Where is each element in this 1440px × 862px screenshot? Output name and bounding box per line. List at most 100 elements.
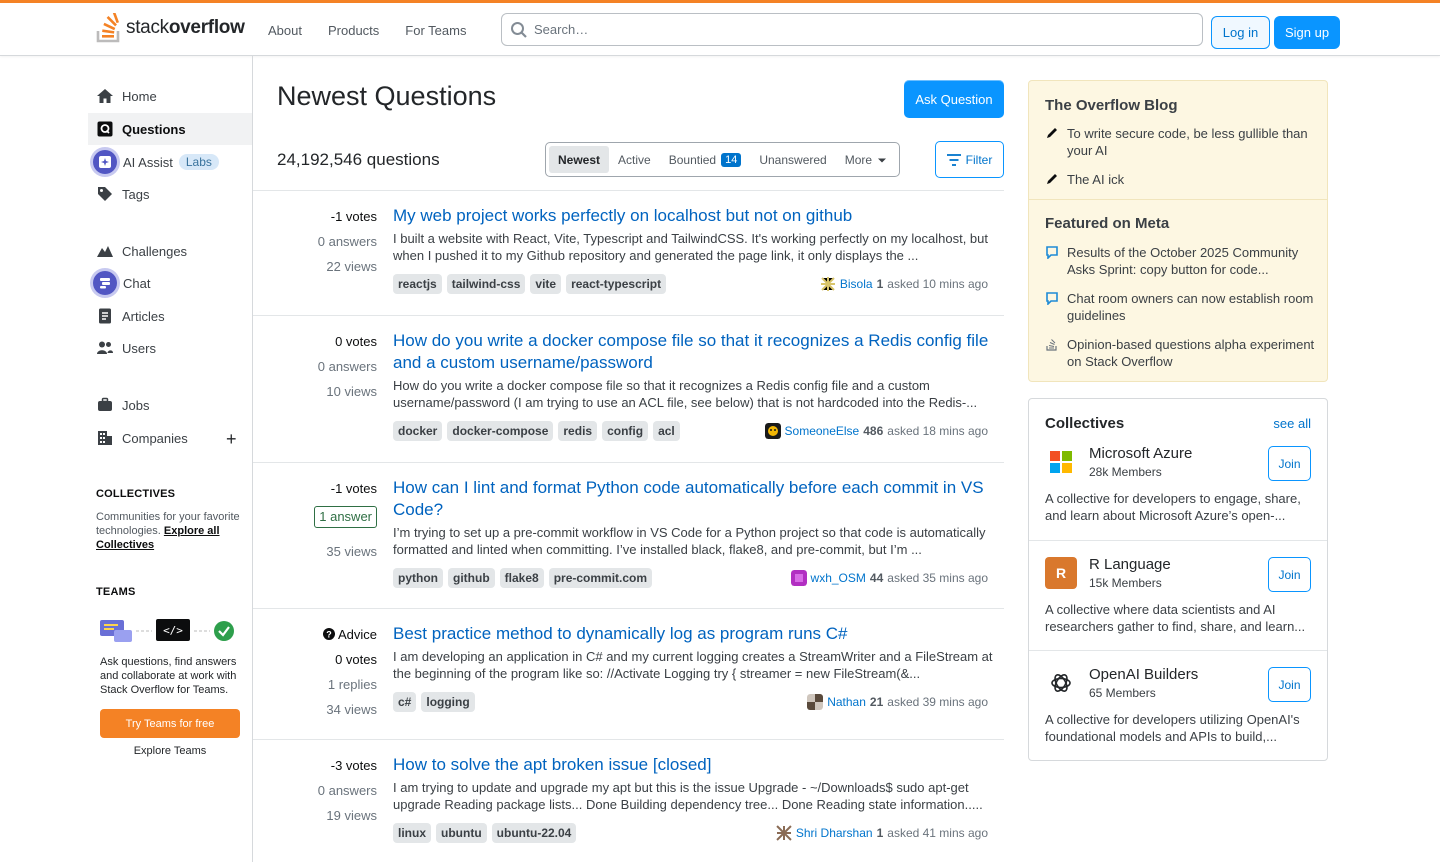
meta-item[interactable]: Chat room owners can now establish room … <box>1045 290 1315 324</box>
tag[interactable]: tailwind-css <box>446 274 526 294</box>
vote-count: 0 votes <box>335 334 377 349</box>
user-name-link[interactable]: SomeoneElse <box>785 424 860 438</box>
tab-active[interactable]: Active <box>609 146 660 173</box>
add-collective-plus-icon[interactable]: + <box>226 429 237 450</box>
tab-newest[interactable]: Newest <box>549 146 610 173</box>
collective-description: A collective for developers to engage, s… <box>1045 491 1301 523</box>
sidebar-item-users[interactable]: Users <box>88 332 252 364</box>
tag[interactable]: redis <box>558 421 598 441</box>
tab-bountied[interactable]: Bountied 14 <box>660 146 751 173</box>
tag[interactable]: pre-commit.com <box>548 568 653 588</box>
tag-icon <box>96 185 114 203</box>
openai-logo-icon[interactable] <box>1045 667 1077 699</box>
explore-teams-link[interactable]: Explore Teams <box>100 745 240 757</box>
collective-name[interactable]: Microsoft Azure <box>1089 445 1192 462</box>
user-name-link[interactable]: Shri Dharshan <box>796 826 873 840</box>
tag[interactable]: config <box>602 421 649 441</box>
tag[interactable]: c# <box>393 692 417 712</box>
question-title-link[interactable]: How can I lint and format Python code au… <box>393 477 993 521</box>
chat-icon <box>93 271 117 295</box>
sidebar-item-ai-assist[interactable]: AI Assist Labs <box>88 146 252 178</box>
collective-name[interactable]: OpenAI Builders <box>1089 666 1198 683</box>
meta-item[interactable]: Opinion-based questions alpha experiment… <box>1045 336 1315 370</box>
asked-time: asked 10 mins ago <box>887 277 988 291</box>
tab-more[interactable]: More <box>836 146 896 173</box>
labs-badge: Labs <box>178 154 219 170</box>
question-stats: 0 votes 0 answers 10 views <box>253 334 377 409</box>
nav-products[interactable]: Products <box>316 17 391 44</box>
user-reputation: 1 <box>876 826 884 840</box>
sidebar-item-jobs[interactable]: Jobs <box>88 389 252 421</box>
tag[interactable]: github <box>448 568 495 588</box>
sidebar-item-home[interactable]: Home <box>88 80 252 112</box>
view-count: 10 views <box>326 384 377 399</box>
search-input[interactable] <box>534 22 1174 37</box>
sidebar-item-tags[interactable]: Tags <box>88 178 252 210</box>
top-nav: About Products For Teams <box>256 17 480 44</box>
tag[interactable]: docker <box>393 421 443 441</box>
login-button[interactable]: Log in <box>1211 16 1270 49</box>
advice-label: ? Advice <box>253 627 377 643</box>
ask-question-button[interactable]: Ask Question <box>904 80 1004 118</box>
tag[interactable]: ubuntu <box>436 823 487 843</box>
user-name-link[interactable]: Bisola <box>840 277 873 291</box>
view-count: 19 views <box>326 808 377 823</box>
tag[interactable]: flake8 <box>499 568 544 588</box>
sidebar-item-chat[interactable]: Chat <box>88 267 252 299</box>
user-name-link[interactable]: wxh_OSM <box>811 571 866 585</box>
question-title-link[interactable]: How do you write a docker compose file s… <box>393 330 993 374</box>
join-button[interactable]: Join <box>1268 667 1311 702</box>
see-all-link[interactable]: see all <box>1273 416 1311 431</box>
collective-name[interactable]: R Language <box>1089 556 1171 573</box>
collective-description: A collective where data scientists and A… <box>1045 602 1306 634</box>
tag[interactable]: linux <box>393 823 432 843</box>
user-card: Bisola 1 asked 10 mins ago <box>819 276 993 292</box>
tab-unanswered[interactable]: Unanswered <box>750 146 835 173</box>
user-avatar-icon[interactable] <box>775 825 792 841</box>
user-avatar-icon[interactable] <box>764 423 781 439</box>
question-stats: ? Advice 0 votes 1 replies 34 views <box>253 627 377 727</box>
search-box[interactable] <box>501 13 1203 46</box>
sidebar-item-questions[interactable]: Questions <box>88 113 252 145</box>
user-name-link[interactable]: Nathan <box>827 695 866 709</box>
tag[interactable]: python <box>393 568 443 588</box>
collective-members: 28k Members <box>1089 465 1162 479</box>
join-button[interactable]: Join <box>1268 557 1311 592</box>
signup-button[interactable]: Sign up <box>1274 16 1340 49</box>
answer-count-accepted: 1 answer <box>314 506 377 528</box>
microsoft-azure-logo-icon[interactable] <box>1045 446 1077 478</box>
question-title-link[interactable]: My web project works perfectly on localh… <box>393 205 993 227</box>
sidebar-item-label: Articles <box>122 308 165 324</box>
user-avatar-icon[interactable] <box>790 570 807 586</box>
tag[interactable]: docker-compose <box>447 421 554 441</box>
nav-about[interactable]: About <box>256 17 314 44</box>
filter-button[interactable]: Filter <box>935 141 1004 178</box>
sidebar-item-articles[interactable]: Articles <box>88 300 252 332</box>
tag[interactable]: reactjs <box>393 274 442 294</box>
meta-item[interactable]: Results of the October 2025 Community As… <box>1045 244 1315 278</box>
featured-meta-heading: Featured on Meta <box>1045 215 1170 232</box>
try-teams-button[interactable]: Try Teams for free <box>100 709 240 738</box>
tag[interactable]: acl <box>653 421 680 441</box>
tag[interactable]: vite <box>530 274 562 294</box>
user-avatar-icon[interactable] <box>819 276 836 292</box>
question-title-link[interactable]: How to solve the apt broken issue [close… <box>393 754 993 776</box>
asked-time: asked 39 mins ago <box>887 695 988 709</box>
tag[interactable]: ubuntu-22.04 <box>491 823 577 843</box>
tag[interactable]: logging <box>421 692 475 712</box>
question-title-link[interactable]: Best practice method to dynamically log … <box>393 623 993 645</box>
tag[interactable]: react-typescript <box>566 274 667 294</box>
r-language-logo-icon[interactable]: R <box>1045 557 1077 589</box>
join-button[interactable]: Join <box>1268 446 1311 481</box>
sidebar-item-challenges[interactable]: Challenges <box>88 235 252 267</box>
user-avatar-icon[interactable] <box>807 694 824 710</box>
nav-for-teams[interactable]: For Teams <box>393 17 478 44</box>
blog-item[interactable]: To write secure code, be less gullible t… <box>1045 125 1315 159</box>
stack-overflow-logo[interactable]: stackoverflow <box>96 11 245 45</box>
stack-overflow-logo-icon <box>96 13 120 43</box>
sidebar-item-label: Companies <box>122 430 188 446</box>
blog-item[interactable]: The AI ick <box>1045 171 1315 190</box>
collective-members: 65 Members <box>1089 686 1156 700</box>
user-card: Shri Dharshan 1 asked 41 mins ago <box>775 825 993 841</box>
filter-icon <box>946 153 961 166</box>
